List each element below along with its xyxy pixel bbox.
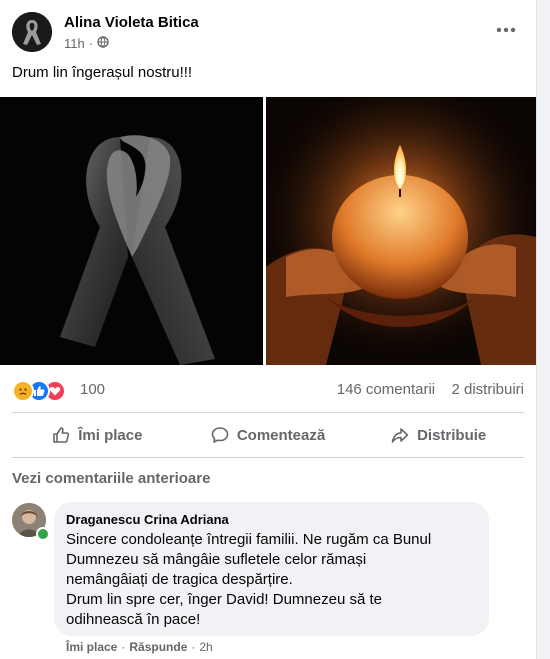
post-meta: 11h · bbox=[64, 36, 109, 51]
post-text: Drum lin îngerașul nostru!!! bbox=[12, 64, 193, 81]
comment-label: Comentează bbox=[236, 426, 326, 444]
comment-line: Dumnezeu să mângâie sufletele celor răma… bbox=[66, 551, 367, 568]
share-label: Distribuie bbox=[417, 426, 487, 444]
reaction-count[interactable]: 100 bbox=[80, 381, 105, 398]
divider-bottom bbox=[12, 457, 524, 458]
post-media bbox=[0, 97, 536, 365]
author-avatar[interactable] bbox=[12, 12, 52, 52]
like-button[interactable]: Îmi place bbox=[12, 414, 183, 456]
comment-button[interactable]: Comentează bbox=[183, 414, 354, 456]
comment-actions-separator: · bbox=[121, 640, 126, 654]
comments-count[interactable]: 146 comentarii bbox=[337, 381, 435, 398]
more-dots-icon bbox=[496, 27, 516, 33]
post-card: Alina Violeta Bitica 11h · Drum lin înge… bbox=[0, 0, 537, 659]
comment-line: Sincere condoleanțe întregii familii. Ne… bbox=[66, 531, 432, 548]
divider-top bbox=[12, 412, 524, 413]
comment-line: nemângâiați de tragica despărțire. bbox=[66, 571, 293, 588]
comment-time[interactable]: 2h bbox=[199, 640, 212, 654]
post-actions: Îmi place Comentează Distribuie bbox=[12, 414, 524, 456]
shares-count[interactable]: 2 distribuiri bbox=[451, 381, 524, 398]
author-name[interactable]: Alina Violeta Bitica bbox=[64, 14, 199, 31]
online-status-dot bbox=[36, 527, 50, 541]
meta-separator: · bbox=[88, 36, 94, 51]
comment-line: odihnească în pace! bbox=[66, 611, 201, 628]
commenter-name[interactable]: Draganescu Crina Adriana bbox=[66, 512, 229, 527]
reaction-icons[interactable] bbox=[12, 380, 74, 402]
post-stats: 146 comentarii 2 distribuiri bbox=[337, 381, 524, 398]
comment-actions-separator: · bbox=[191, 640, 196, 654]
black-ribbon-image[interactable] bbox=[0, 97, 263, 365]
globe-icon[interactable] bbox=[97, 36, 109, 51]
comment-line: Drum lin spre cer, înger David! Dumnezeu… bbox=[66, 591, 382, 608]
comment-icon bbox=[211, 427, 229, 443]
share-button[interactable]: Distribuie bbox=[353, 414, 524, 456]
comment-bubble: Draganescu Crina Adriana Sincere condole… bbox=[54, 502, 489, 636]
thumbs-up-icon bbox=[53, 427, 70, 443]
comment-text: Sincere condoleanțe întregii familii. Ne… bbox=[66, 530, 481, 630]
post-header: Alina Violeta Bitica 11h · bbox=[12, 12, 522, 56]
reactions-bar: 100 146 comentarii 2 distribuiri bbox=[12, 378, 524, 402]
candle-in-hands-image[interactable] bbox=[266, 97, 536, 365]
sad-icon bbox=[12, 380, 34, 402]
post-time[interactable]: 11h bbox=[64, 36, 85, 51]
comment-like-button[interactable]: Îmi place bbox=[66, 640, 117, 654]
more-options-button[interactable] bbox=[492, 18, 520, 42]
comment-reply-button[interactable]: Răspunde bbox=[129, 640, 187, 654]
like-label: Îmi place bbox=[78, 426, 143, 444]
comment-actions: Îmi place · Răspunde · 2h bbox=[66, 640, 213, 654]
share-icon bbox=[391, 428, 409, 443]
view-previous-comments[interactable]: Vezi comentariile anterioare bbox=[12, 470, 210, 487]
